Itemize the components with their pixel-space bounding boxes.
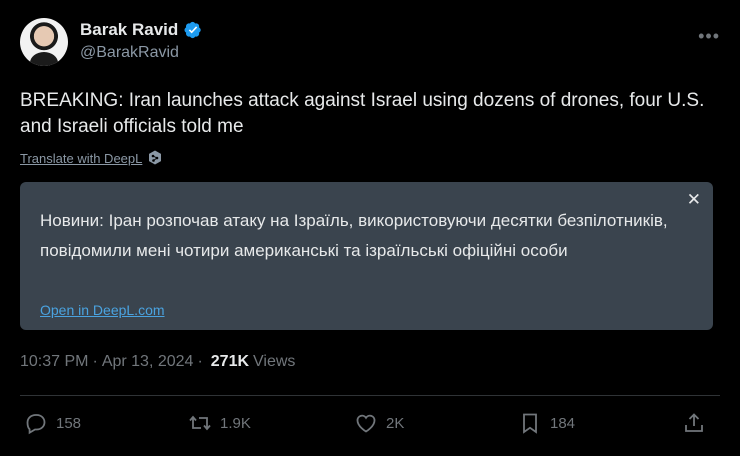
translate-row: Translate with DeepL [20,150,162,166]
tweet-header: Barak Ravid @BarakRavid ••• [20,16,720,68]
like-count: 2K [386,414,405,432]
views-label: Views [253,353,296,370]
translate-with-deepl-link[interactable]: Translate with DeepL [20,151,142,166]
author-display-name[interactable]: Barak Ravid [80,20,178,40]
translation-panel: Новини: Іран розпочав атаку на Ізраїль, … [20,182,713,330]
meta-separator: · [197,353,203,370]
reply-button[interactable]: 158 [24,411,81,435]
more-icon[interactable]: ••• [698,26,720,47]
views-count: 271K [210,353,250,370]
tweet-meta: 10:37 PM · Apr 13, 2024 · 271K Views [20,353,295,371]
like-icon [356,414,376,433]
open-in-deepl-link[interactable]: Open in DeepL.com [40,302,165,318]
author-handle[interactable]: @BarakRavid [80,44,179,62]
repost-button[interactable]: 1.9K [188,411,251,435]
meta-separator: · [92,353,98,370]
translation-text: Новини: Іран розпочав атаку на Ізраїль, … [40,211,668,260]
bookmark-button[interactable]: 184 [518,411,575,435]
share-button[interactable] [682,411,706,435]
reply-count: 158 [56,414,82,432]
author-name-row: Barak Ravid [80,20,202,40]
like-button[interactable]: 2K [354,411,404,435]
close-icon[interactable]: ✕ [687,190,701,210]
action-bar: 158 1.9K 2K 184 [24,411,710,439]
reply-icon [26,414,46,435]
repost-count: 1.9K [220,414,251,432]
tweet-date[interactable]: Apr 13, 2024 [102,353,194,371]
repost-icon [189,415,211,431]
bookmark-icon [523,413,537,434]
deepl-icon [148,150,162,166]
avatar[interactable] [20,18,68,66]
tweet-time[interactable]: 10:37 PM [20,353,88,371]
share-icon [685,413,703,432]
verified-badge-icon [184,21,202,39]
divider [20,395,720,396]
bookmark-count: 184 [550,414,576,432]
tweet-text: BREAKING: Iran launches attack against I… [20,90,705,137]
